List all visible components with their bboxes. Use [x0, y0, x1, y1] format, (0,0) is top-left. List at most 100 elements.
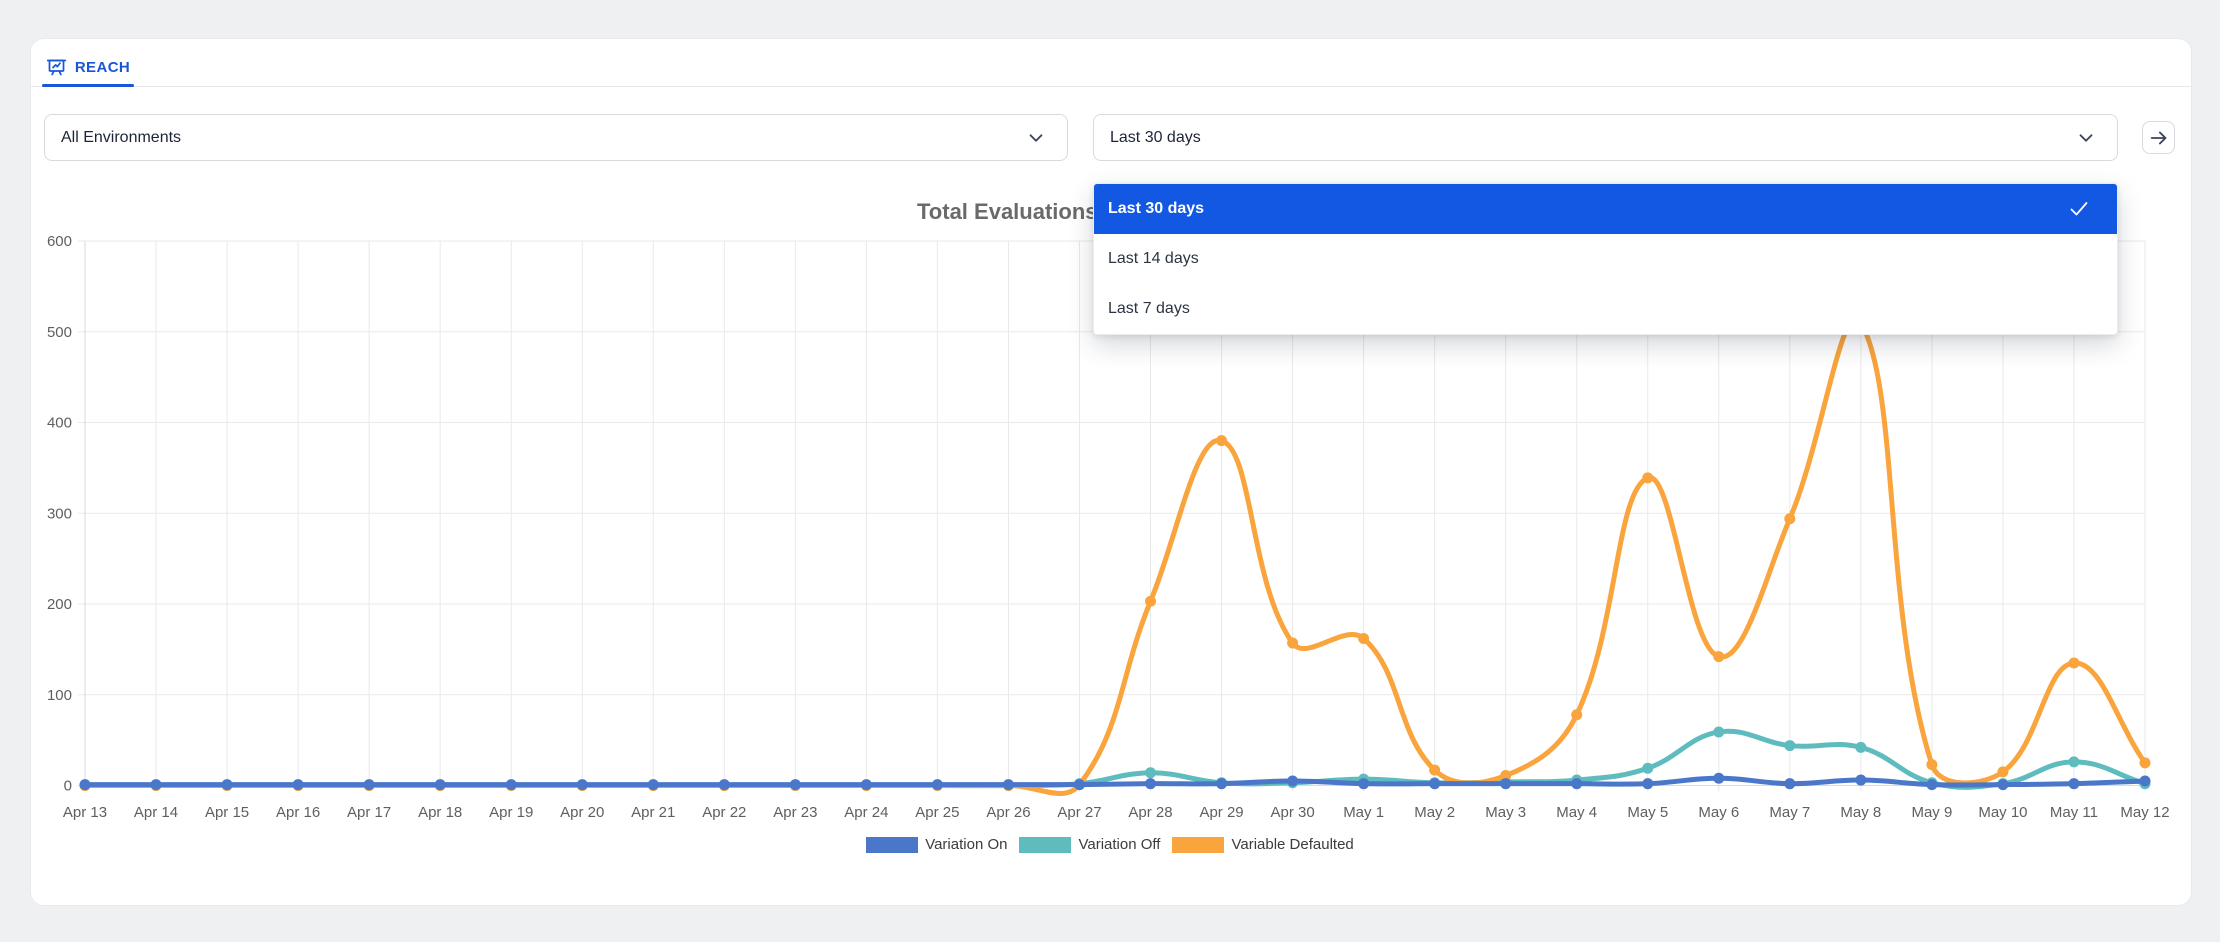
legend-swatch	[1019, 837, 1071, 853]
legend-label: Variable Defaulted	[1231, 836, 1353, 853]
x-tick-label: May 12	[2120, 804, 2169, 821]
x-tick-label: Apr 27	[1057, 804, 1101, 821]
dropdown-option-last-14-days[interactable]: Last 14 days	[1094, 234, 2117, 284]
dropdown-option-last-30-days[interactable]: Last 30 days	[1094, 184, 2117, 234]
data-point	[2140, 775, 2151, 786]
x-tick-label: May 9	[1911, 804, 1952, 821]
data-point	[2140, 757, 2151, 768]
legend-item-variation-on[interactable]: Variation On	[866, 836, 1007, 853]
x-tick-label: Apr 13	[63, 804, 107, 821]
data-point	[1713, 651, 1724, 662]
arrow-right-icon	[2148, 127, 2170, 149]
data-point	[151, 779, 162, 790]
data-point	[2068, 657, 2079, 668]
dashboard-page: 0 100 200 300 400 500 600 Apr 13 Apr 14 Apr 15 Apr…	[0, 0, 2220, 942]
checkmark-icon	[2067, 197, 2091, 221]
dropdown-option-label: Last 30 days	[1108, 200, 2067, 218]
chart-title: Total Evaluations	[917, 199, 1098, 225]
legend-swatch	[866, 837, 918, 853]
data-point	[1216, 778, 1227, 789]
x-tick-label: Apr 28	[1128, 804, 1172, 821]
data-point	[861, 779, 872, 790]
x-tick-label: Apr 16	[276, 804, 320, 821]
environment-select-value: All Environments	[61, 129, 1025, 147]
data-point	[2068, 756, 2079, 767]
data-point	[435, 779, 446, 790]
data-point	[577, 779, 588, 790]
data-point	[1358, 778, 1369, 789]
dropdown-option-last-7-days[interactable]: Last 7 days	[1094, 284, 2117, 334]
x-tick-label: May 10	[1978, 804, 2027, 821]
y-tick-label: 300	[47, 505, 72, 522]
data-point	[1855, 775, 1866, 786]
x-tick-label: Apr 14	[134, 804, 178, 821]
tab-reach[interactable]: REACH	[42, 50, 134, 84]
data-point	[506, 779, 517, 790]
data-point	[1784, 778, 1795, 789]
data-point	[1926, 759, 1937, 770]
x-tick-label: Apr 20	[560, 804, 604, 821]
y-tick-label: 200	[47, 596, 72, 613]
y-tick-label: 500	[47, 324, 72, 341]
chevron-down-icon	[2075, 127, 2097, 149]
date-range-dropdown-menu: Last 30 days Last 14 days Last 7 days	[1093, 183, 2118, 335]
data-point	[648, 779, 659, 790]
data-point	[1429, 765, 1440, 776]
x-tick-label: Apr 25	[915, 804, 959, 821]
data-point	[1713, 773, 1724, 784]
y-axis-labels: 0 100 200 300 400 500 600	[47, 233, 72, 795]
x-axis-labels: Apr 13Apr 14Apr 15Apr 16Apr 17Apr 18Apr …	[63, 804, 2170, 821]
y-tick-label: 600	[47, 233, 72, 250]
x-tick-label: May 1	[1343, 804, 1384, 821]
x-tick-label: Apr 26	[986, 804, 1030, 821]
data-point	[1074, 779, 1085, 790]
date-range-select-value: Last 30 days	[1110, 129, 2075, 147]
data-point	[1145, 778, 1156, 789]
dropdown-option-label: Last 7 days	[1108, 300, 2091, 318]
date-range-select[interactable]: Last 30 days	[1093, 114, 2118, 161]
data-point	[1287, 638, 1298, 649]
data-point	[1003, 779, 1014, 790]
x-tick-label: May 11	[2050, 804, 2098, 821]
x-tick-label: May 6	[1698, 804, 1739, 821]
data-point	[1571, 709, 1582, 720]
data-point	[1642, 778, 1653, 789]
x-tick-label: May 3	[1485, 804, 1526, 821]
x-tick-label: May 8	[1840, 804, 1881, 821]
x-tick-label: Apr 21	[631, 804, 675, 821]
y-tick-label: 400	[47, 415, 72, 432]
data-point	[1145, 596, 1156, 607]
x-tick-label: May 7	[1769, 804, 1810, 821]
data-point	[719, 779, 730, 790]
data-point	[1145, 767, 1156, 778]
data-point	[222, 779, 233, 790]
x-tick-label: Apr 15	[205, 804, 249, 821]
data-point	[1997, 779, 2008, 790]
data-point	[1713, 726, 1724, 737]
data-point	[1855, 742, 1866, 753]
dropdown-option-label: Last 14 days	[1108, 250, 2091, 268]
data-point	[1429, 778, 1440, 789]
data-point	[932, 779, 943, 790]
environment-select[interactable]: All Environments	[44, 114, 1068, 161]
data-point	[1784, 513, 1795, 524]
legend-item-variable-defaulted[interactable]: Variable Defaulted	[1172, 836, 1353, 853]
next-page-button[interactable]	[2142, 121, 2175, 154]
y-tick-label: 100	[47, 687, 72, 704]
data-point	[790, 779, 801, 790]
data-point	[1287, 775, 1298, 786]
data-point	[1571, 778, 1582, 789]
data-point	[364, 779, 375, 790]
chevron-down-icon	[1025, 127, 1047, 149]
tab-divider	[31, 86, 2191, 87]
chart-legend: Variation On Variation Off Variable Defaul…	[0, 836, 2220, 853]
data-point	[80, 779, 91, 790]
x-tick-label: May 4	[1556, 804, 1597, 821]
x-tick-label: Apr 19	[489, 804, 533, 821]
y-tick-label: 0	[64, 778, 72, 795]
x-tick-label: May 2	[1414, 804, 1455, 821]
data-point	[1784, 740, 1795, 751]
legend-item-variation-off[interactable]: Variation Off	[1019, 836, 1160, 853]
data-point	[1500, 778, 1511, 789]
data-point	[2068, 778, 2079, 789]
